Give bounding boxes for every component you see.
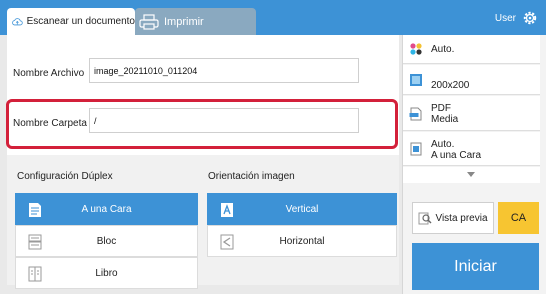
page-layout-icon [410,142,422,156]
tablet-binding-icon [28,234,42,250]
resolution-item[interactable]: 200x200 [403,65,540,95]
tab-print-label: Imprimir [164,15,204,28]
book-binding-icon [28,266,42,282]
printer-icon [139,13,159,30]
duplex-option-book[interactable]: Libro [15,257,198,289]
color-mode-value: Auto. [431,44,455,55]
single-page-icon [29,203,41,217]
landscape-letter-icon [220,234,234,250]
resolution-value: 200x200 [431,80,470,91]
cloud-upload-icon [12,17,23,25]
file-format-item[interactable]: PDF Media [403,96,540,131]
duplex-title: Configuración Dúplex [17,171,113,182]
color-dots-icon [410,43,422,55]
orientation-option-label: Horizontal [279,235,325,247]
file-format-type: PDF [431,103,451,114]
resolution-icon [410,74,422,86]
preview-label: Vista previa [435,212,488,224]
settings-sidebar: Auto. 200x200 PDF Media Auto. A una Cara [402,35,546,294]
orientation-option-horizontal[interactable]: Horizontal [207,225,397,257]
orientation-option-vertical[interactable]: Vertical [207,193,397,225]
file-format-icon [409,107,422,121]
portrait-letter-icon [221,203,233,217]
tab-scan-label: Escanear un documento [26,16,135,27]
scan-size-item[interactable]: Auto. A una Cara [403,132,540,166]
color-mode-item[interactable]: Auto. [403,35,540,64]
magnifier-icon [418,212,432,225]
tab-scan[interactable]: Escanear un documento [7,8,135,35]
orientation-option-label: Vertical [285,203,319,215]
chevron-down-icon [467,172,475,177]
start-button[interactable]: Iniciar [412,243,539,290]
duplex-option-label: A una Cara [81,203,132,215]
highlight-box [6,99,398,149]
duplex-option-tablet[interactable]: Bloc [15,225,198,257]
duplex-option-label: Libro [95,267,118,279]
preview-button[interactable]: Vista previa [412,202,494,234]
file-name-label: Nombre Archivo [13,68,85,79]
duplex-option-single[interactable]: A una Cara [15,193,198,225]
tab-print[interactable]: Imprimir [135,8,256,35]
scan-size-line1: Auto. [431,139,455,150]
scan-size-value: Auto. A una Cara [431,139,481,161]
file-format-compression: Media [431,114,459,125]
duplex-option-label: Bloc [96,235,117,247]
scan-size-line2: A una Cara [431,150,482,161]
orientation-title: Orientación imagen [208,171,295,182]
file-name-input[interactable]: image_20211010_011204 [89,58,359,83]
file-format-value: PDF Media [431,103,458,125]
ca-button[interactable]: CA [498,202,539,234]
more-settings-toggle[interactable] [403,167,540,183]
top-bar: Escanear un documento Imprimir User [0,0,546,35]
gear-icon[interactable] [522,10,538,26]
user-label[interactable]: User [495,13,516,24]
